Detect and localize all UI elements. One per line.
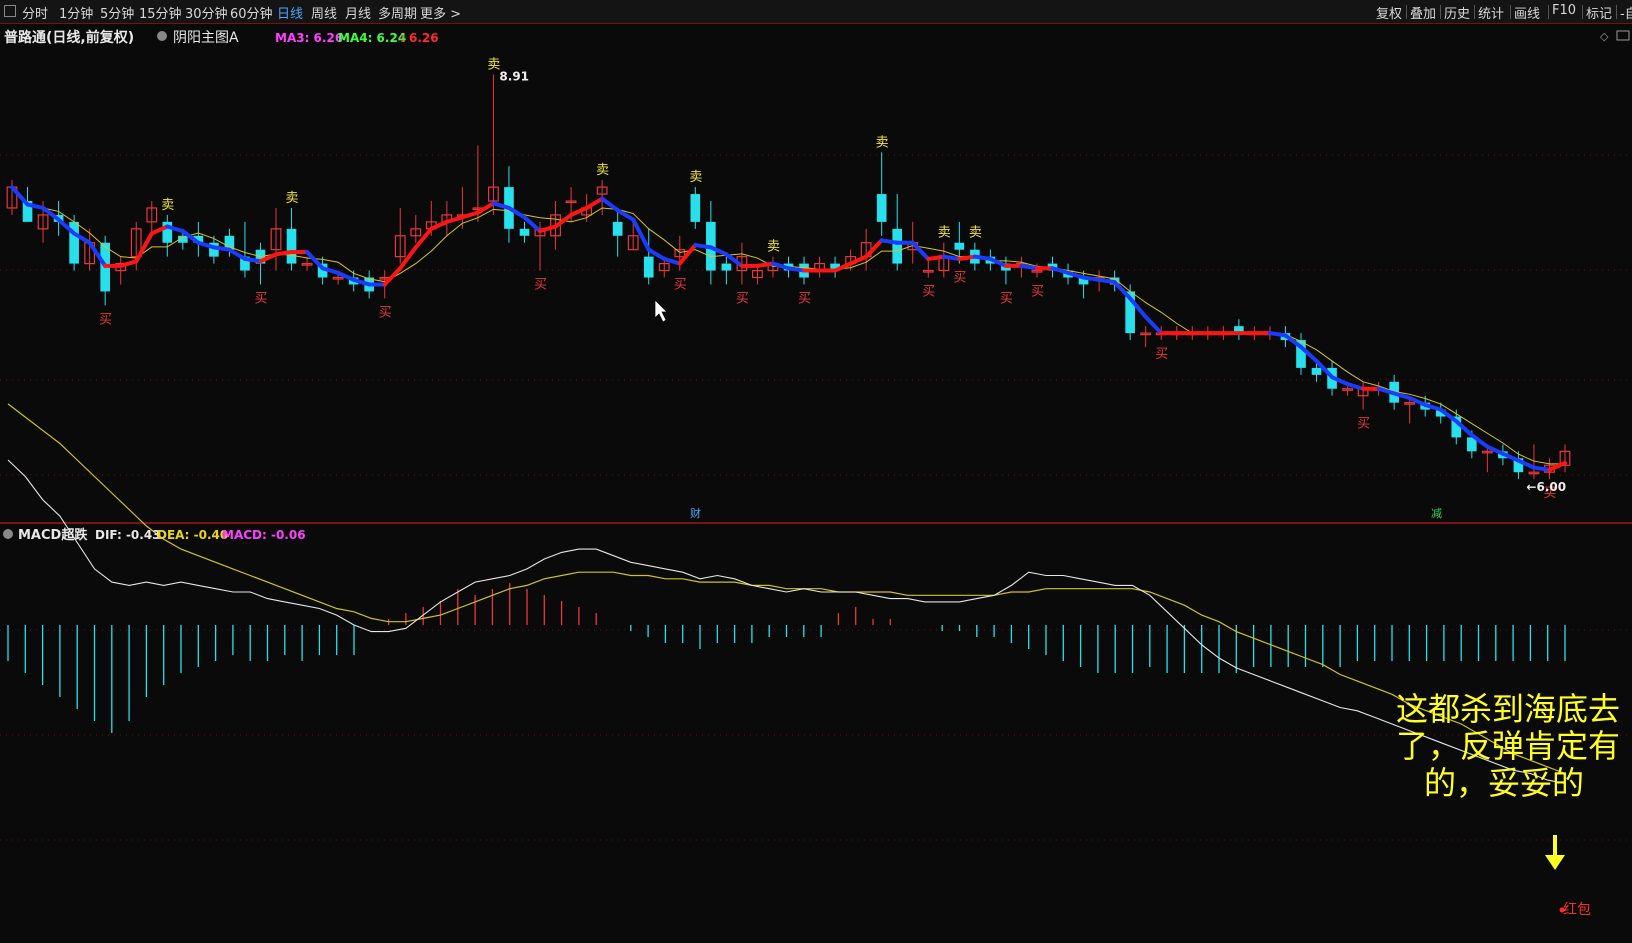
macd-label: MACD: -0.06 bbox=[222, 528, 306, 542]
annotation-line-3: 的，妥妥的 bbox=[1424, 764, 1584, 802]
trend-line-up bbox=[553, 212, 574, 229]
macd-indicator-name: MACD超跌 bbox=[18, 527, 88, 543]
trend-line-up bbox=[538, 224, 558, 234]
buy-signal: 买 bbox=[379, 305, 392, 320]
indicator-name: 阴阳主图A bbox=[173, 30, 239, 46]
trend-line-down bbox=[879, 238, 900, 245]
sell-signal: 卖 bbox=[161, 198, 174, 213]
candle-body-down bbox=[690, 194, 701, 222]
trend-line-down bbox=[1531, 465, 1552, 472]
dea-label: DEA: -0.40 bbox=[157, 528, 228, 542]
buy-signal: 买 bbox=[674, 278, 687, 293]
high-price-label: 8.91 bbox=[499, 69, 529, 83]
trend-line-down bbox=[1081, 275, 1102, 282]
trend-line-up bbox=[755, 261, 775, 268]
trend-line-down bbox=[941, 254, 962, 261]
trend-line-down bbox=[693, 243, 713, 250]
trend-line-up bbox=[926, 254, 946, 261]
trend-line-down bbox=[242, 256, 263, 264]
sell-signal: 卖 bbox=[689, 170, 702, 185]
buy-signal: 买 bbox=[953, 271, 966, 286]
trend-line-up bbox=[584, 196, 605, 210]
candle-body-down bbox=[286, 228, 297, 264]
trend-line-down bbox=[631, 217, 651, 252]
candle-body-down bbox=[892, 228, 903, 264]
trend-line-up bbox=[460, 210, 480, 220]
annotation-line-1: 这都杀到海底去 bbox=[1396, 690, 1620, 728]
event-marker-cai: 财 bbox=[690, 506, 701, 520]
macd-pane bbox=[7, 403, 1566, 784]
event-marker-jian: 减 bbox=[1431, 507, 1442, 520]
low-price-label: ←6.00 bbox=[1526, 480, 1566, 494]
trend-line-up bbox=[677, 243, 698, 266]
buy-signal: 买 bbox=[736, 291, 749, 306]
buy-signal: 买 bbox=[254, 291, 267, 306]
mouse-cursor-icon bbox=[654, 299, 668, 323]
candle-body-down bbox=[519, 228, 530, 236]
trend-line-up bbox=[382, 266, 403, 287]
sell-signal: 卖 bbox=[767, 240, 780, 255]
trend-line-down bbox=[786, 266, 807, 273]
trend-line-down bbox=[972, 254, 993, 261]
trend-line-up bbox=[118, 259, 139, 268]
buy-signal: 买 bbox=[798, 291, 811, 306]
dif-label: DIF: -0.43 bbox=[95, 528, 161, 542]
ma4-label: MA4: 6.24 bbox=[338, 31, 406, 45]
buy-signal: 买 bbox=[534, 278, 547, 293]
macd-settings-icon[interactable] bbox=[3, 529, 13, 539]
trend-line-down bbox=[1267, 331, 1288, 338]
stock-title: 普路通(日线,前复权) bbox=[4, 29, 134, 46]
extra-value-label: : 6.26 bbox=[400, 31, 439, 45]
candle-body-down bbox=[1311, 367, 1322, 375]
trend-line-down bbox=[305, 250, 325, 271]
sell-signal: 卖 bbox=[286, 191, 299, 206]
candle-body-down bbox=[954, 242, 965, 250]
diamond-icon[interactable]: ◇ bbox=[1600, 30, 1609, 43]
red-packet-label: 红包 bbox=[1563, 902, 1591, 918]
buy-signal: 买 bbox=[1155, 347, 1168, 362]
trend-line-up bbox=[134, 231, 154, 264]
buy-signal: 买 bbox=[99, 312, 112, 327]
indicator-settings-icon[interactable] bbox=[157, 31, 167, 41]
price-pane: 买卖买卖买卖买卖买卖买卖买卖买卖买卖买 买买买买8.91←6.00财减 bbox=[6, 57, 1571, 520]
trend-line-down bbox=[1143, 314, 1164, 336]
trend-line-down bbox=[227, 247, 247, 261]
ma3-label: MA3: 6.26 bbox=[275, 31, 343, 45]
trend-line-down bbox=[662, 256, 682, 266]
trend-line-down bbox=[10, 185, 30, 207]
sell-signal: 卖 bbox=[596, 163, 609, 178]
annotation-line-2: 了，反弹肯定有 bbox=[1396, 727, 1620, 765]
candle-body-down bbox=[612, 221, 623, 236]
dea-line bbox=[7, 403, 1566, 775]
trend-line-down bbox=[1097, 277, 1117, 285]
trend-line-up bbox=[413, 226, 434, 250]
sell-signal: 卖 bbox=[969, 226, 982, 241]
trend-line-down bbox=[1345, 382, 1366, 391]
trend-line-down bbox=[211, 245, 232, 252]
candle-body-down bbox=[643, 256, 654, 278]
trend-line-down bbox=[910, 240, 931, 261]
trend-line-up bbox=[569, 205, 589, 217]
trend-line-up bbox=[957, 254, 977, 261]
stock-chart-canvas: 买卖买卖买卖买卖买卖买卖买卖买卖买卖买 买买买买8.91←6.00财减 普路通(日… bbox=[0, 29, 1632, 918]
sell-signal: 卖 bbox=[876, 135, 889, 150]
buy-signal: 买 bbox=[1357, 417, 1370, 432]
trend-line-down bbox=[1050, 266, 1071, 275]
trend-line-up bbox=[429, 219, 449, 231]
restore-icon[interactable] bbox=[1616, 30, 1630, 41]
buy-signal: 买 bbox=[1031, 285, 1044, 300]
trend-line-up bbox=[444, 215, 465, 224]
buy-signal: 买 bbox=[922, 285, 935, 300]
red-packet-dot bbox=[1559, 907, 1565, 913]
trend-line-down bbox=[1019, 263, 1039, 271]
trend-line-up bbox=[274, 250, 294, 257]
candle-body-down bbox=[721, 263, 732, 271]
candle-body-down bbox=[876, 194, 887, 222]
sell-signal: 卖 bbox=[938, 226, 951, 241]
buy-signal: 买 bbox=[1000, 291, 1013, 306]
